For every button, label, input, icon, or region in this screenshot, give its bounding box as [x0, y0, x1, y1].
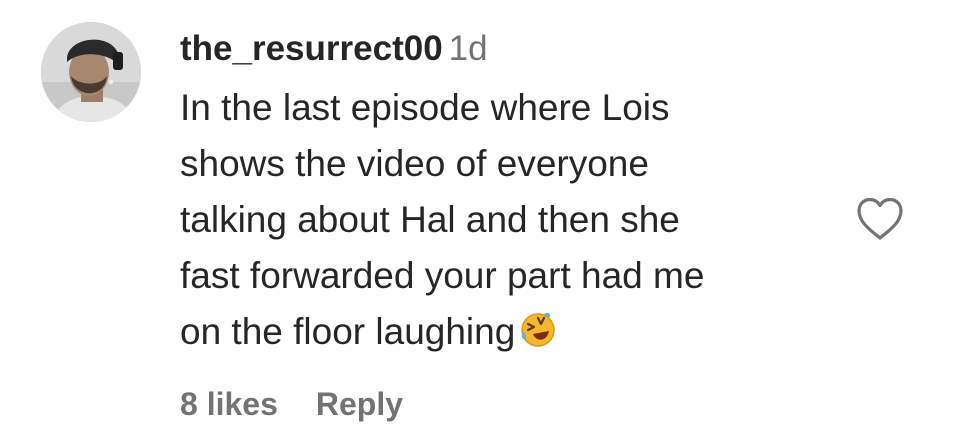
comment-actions: 8 likes Reply [180, 386, 403, 423]
reply-button[interactable]: Reply [316, 386, 403, 423]
like-button[interactable] [855, 196, 905, 242]
comment-text-line: on the floor laughing [180, 311, 516, 352]
comment-header: the_resurrect00 1d [180, 26, 840, 72]
avatar-photo [41, 22, 141, 122]
rolling-on-the-floor-laughing-emoji-icon [519, 309, 557, 347]
heart-icon [857, 197, 903, 240]
comment-text: In the last episode where Lois shows the… [180, 80, 830, 360]
comment-body: the_resurrect00 1d In the last episode wh… [180, 26, 840, 360]
timestamp[interactable]: 1d [449, 29, 488, 68]
comment: the_resurrect00 1d In the last episode wh… [0, 0, 980, 445]
comment-text-line: shows the video of everyone [180, 143, 649, 184]
likes-count[interactable]: 8 likes [180, 386, 278, 423]
comment-text-line: In the last episode where Lois [180, 87, 670, 128]
avatar[interactable] [41, 22, 141, 122]
comment-text-line: talking about Hal and then she [180, 199, 680, 240]
username-link[interactable]: the_resurrect00 [180, 29, 443, 68]
comment-text-line-last: on the floor laughing [180, 304, 830, 360]
comment-text-line: fast forwarded your part had me [180, 255, 705, 296]
